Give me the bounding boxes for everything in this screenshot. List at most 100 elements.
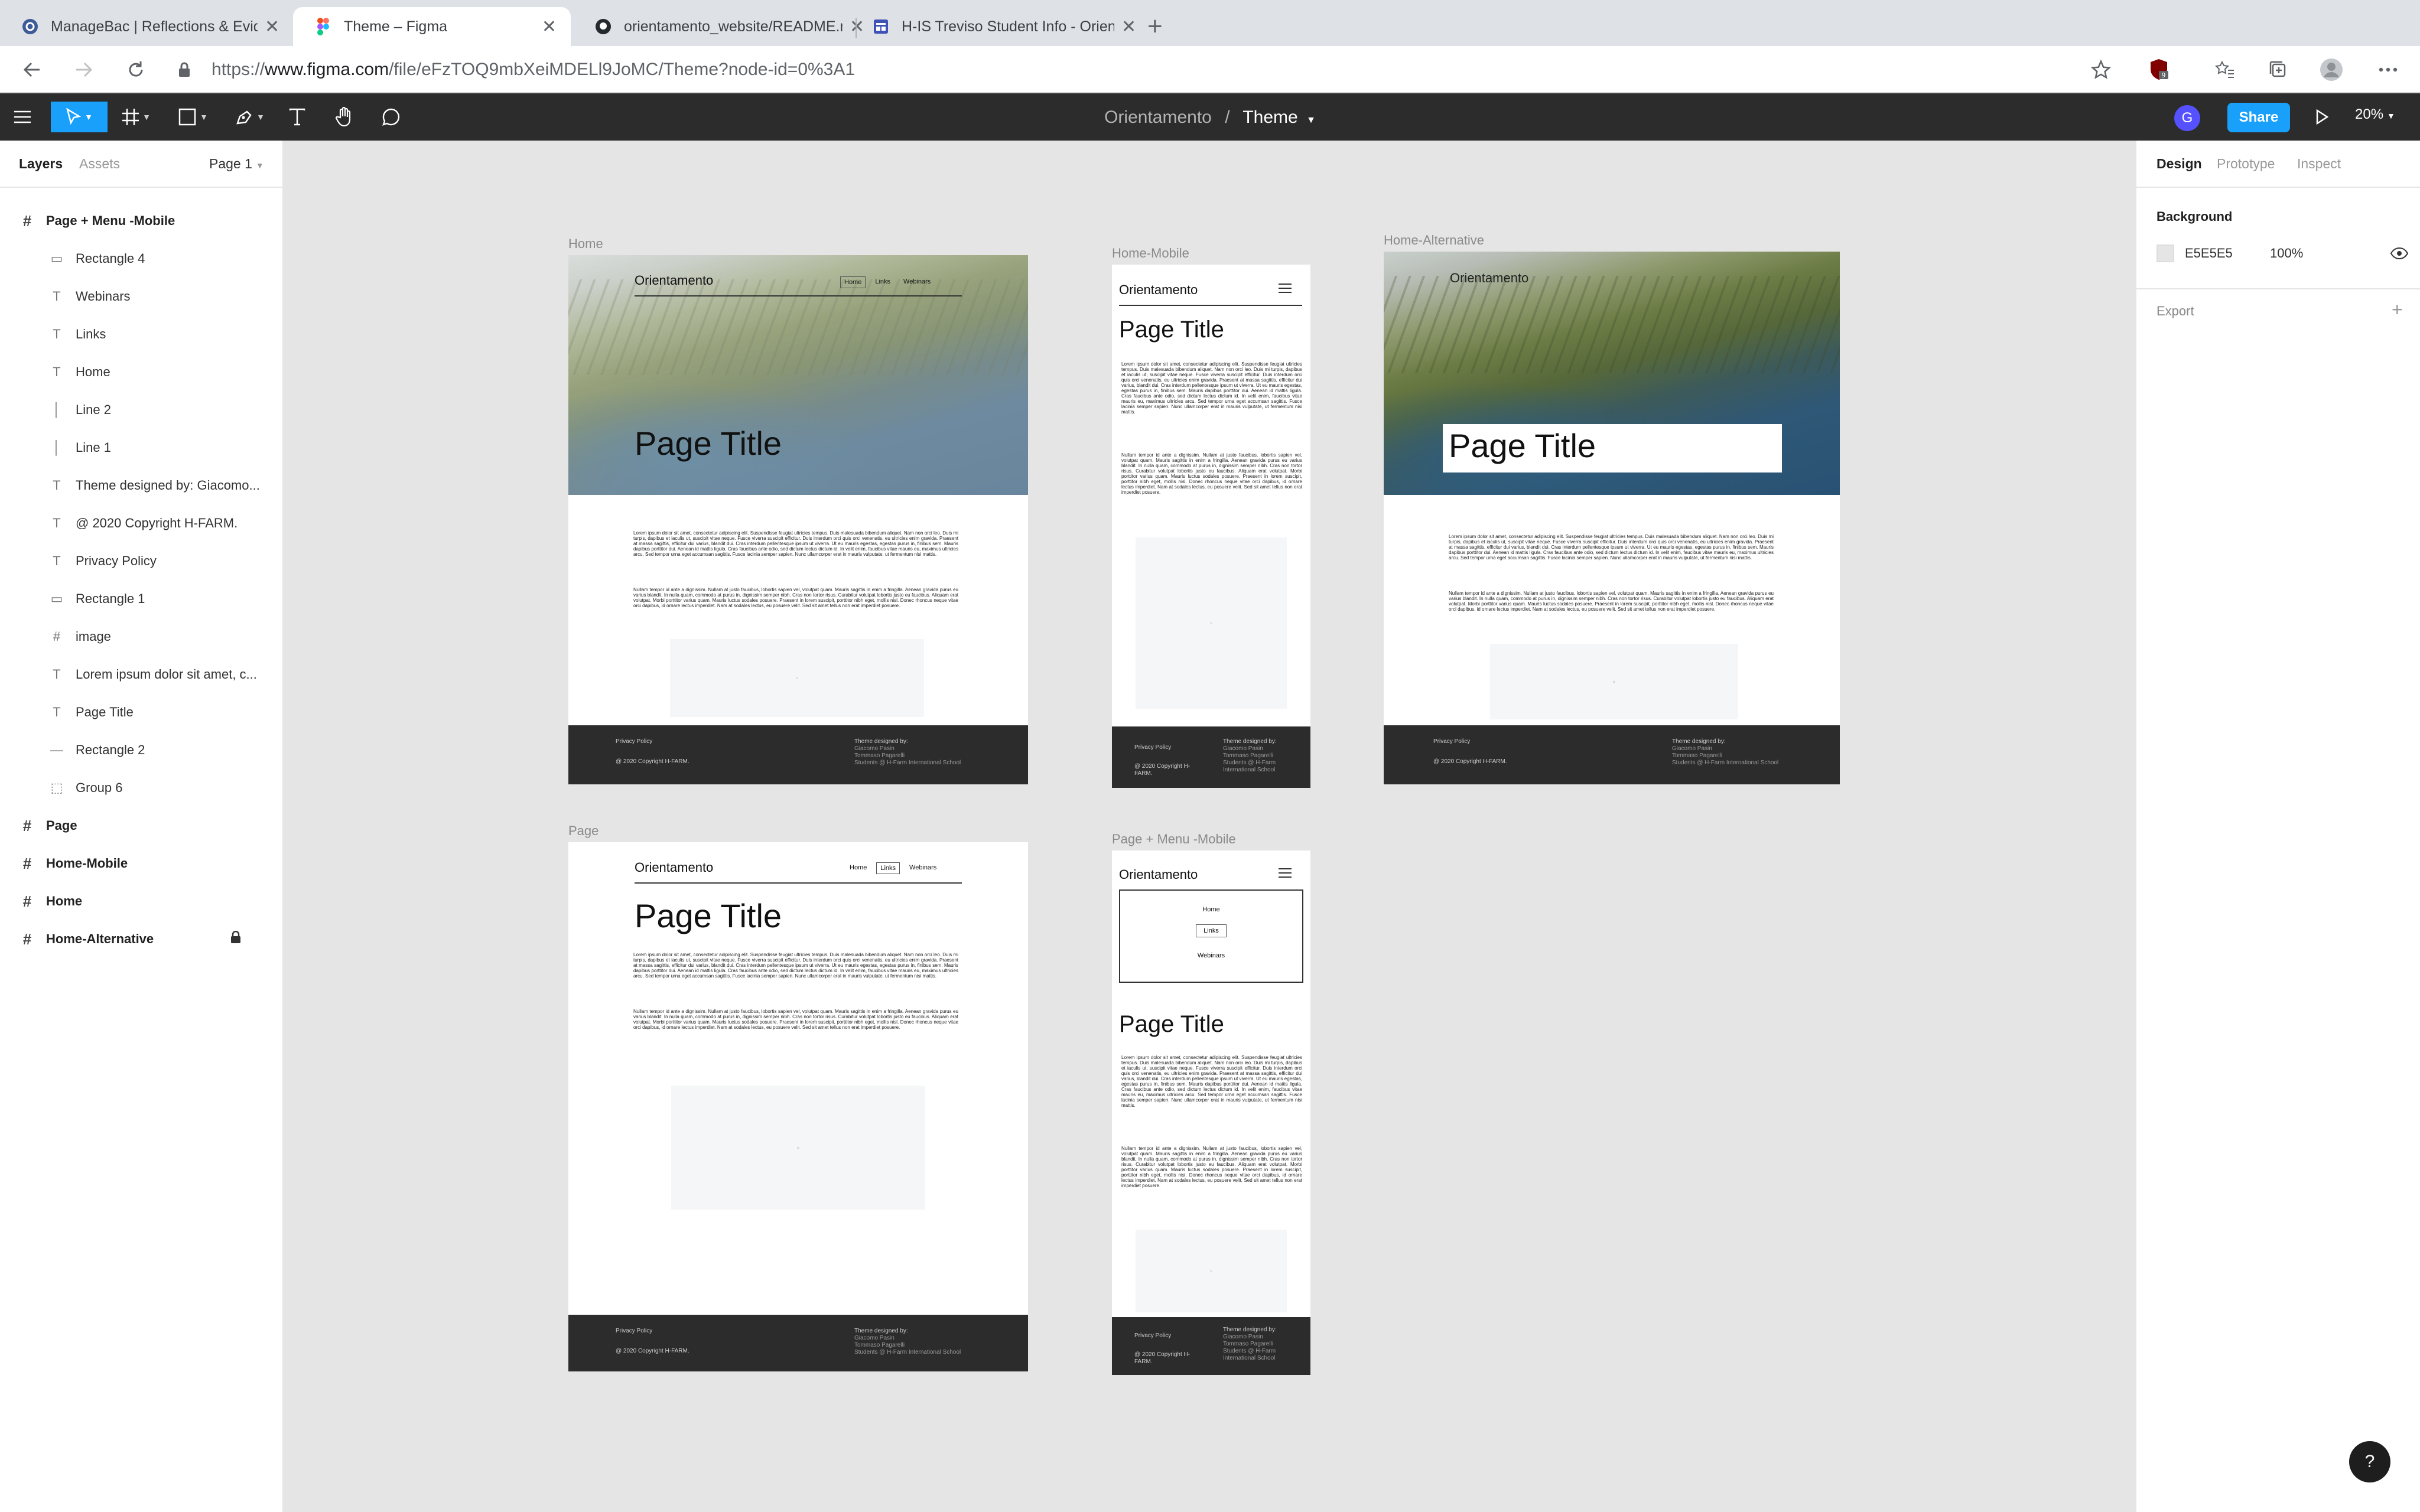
new-tab-button[interactable]: + bbox=[1147, 12, 1163, 41]
reading-list-icon[interactable] bbox=[2212, 57, 2238, 83]
hamburger-menu-icon[interactable] bbox=[1279, 284, 1292, 293]
close-icon[interactable]: ✕ bbox=[265, 17, 279, 37]
layer-row[interactable]: ▭ Rectangle 1 bbox=[0, 582, 282, 615]
shape-tool-button[interactable]: ▼ bbox=[171, 102, 215, 132]
back-arrow-icon[interactable] bbox=[18, 56, 46, 84]
hand-tool-button[interactable] bbox=[330, 102, 359, 132]
tab-design[interactable]: Design bbox=[2156, 156, 2202, 172]
more-menu-icon[interactable] bbox=[2375, 57, 2401, 83]
frame-page-menu-mobile[interactable]: Orientamento Home Links Webinars Page Ti… bbox=[1112, 850, 1310, 1375]
reload-icon[interactable] bbox=[122, 56, 150, 84]
layer-row[interactable]: T Home bbox=[0, 356, 282, 389]
frame-label-home[interactable]: Home bbox=[568, 236, 603, 252]
nav-home[interactable]: Home bbox=[846, 862, 870, 874]
figma-canvas[interactable]: Home Orientamento Home Links Webinars Pa… bbox=[284, 141, 2135, 1512]
tab-prototype[interactable]: Prototype bbox=[2217, 156, 2275, 172]
layer-row[interactable]: # Page bbox=[0, 809, 282, 842]
zoom-dropdown[interactable]: 20% ▼ bbox=[2355, 106, 2395, 123]
add-export-icon[interactable]: + bbox=[2392, 299, 2403, 321]
background-opacity-input[interactable]: 100% bbox=[2270, 246, 2303, 261]
close-icon[interactable]: ✕ bbox=[1121, 17, 1136, 37]
url-bar[interactable]: https://www.figma.com/file/eFzTOQ9mbXeiM… bbox=[171, 52, 2121, 87]
browser-tab-github[interactable]: orientamento_website/README.md ✕ bbox=[573, 7, 879, 46]
layer-row[interactable]: # Home bbox=[0, 885, 282, 918]
menu-item-links[interactable]: Links bbox=[1120, 924, 1302, 937]
move-tool-button[interactable]: ▼ bbox=[51, 102, 108, 132]
star-icon[interactable] bbox=[2088, 57, 2114, 83]
layer-row[interactable]: ▭ Rectangle 4 bbox=[0, 242, 282, 275]
close-icon[interactable]: ✕ bbox=[542, 17, 557, 37]
frame-home-alternative[interactable]: Orientamento Page Title Lorem ipsum dolo… bbox=[1384, 252, 1840, 784]
browser-tab-managebac[interactable]: ManageBac | Reflections & Evidence ✕ bbox=[0, 7, 294, 46]
frame-label-page[interactable]: Page bbox=[568, 823, 599, 839]
hamburger-menu-icon[interactable] bbox=[1279, 868, 1292, 878]
frame-icon: # bbox=[22, 892, 32, 910]
tab-assets[interactable]: Assets bbox=[79, 156, 120, 172]
frame-home-mobile[interactable]: Orientamento Page Title Lorem ipsum dolo… bbox=[1112, 265, 1310, 788]
export-section-title[interactable]: Export bbox=[2156, 304, 2194, 319]
menu-item-home[interactable]: Home bbox=[1120, 906, 1302, 913]
nav-webinars[interactable]: Webinars bbox=[900, 276, 934, 288]
extension-ublock-icon[interactable]: 9 bbox=[2146, 57, 2172, 83]
footer-privacy[interactable]: Privacy Policy bbox=[616, 1328, 652, 1335]
main-menu-icon[interactable] bbox=[11, 102, 34, 132]
tab-inspect[interactable]: Inspect bbox=[2297, 156, 2341, 172]
layer-row[interactable]: # Page + Menu -Mobile bbox=[0, 204, 282, 237]
nav-links[interactable]: Links bbox=[876, 862, 900, 874]
footer-copyright: @ 2020 Copyright H-FARM. bbox=[616, 758, 689, 765]
layer-row[interactable]: # image bbox=[0, 620, 282, 653]
footer-school: Students @ H-Farm International School bbox=[1223, 1348, 1276, 1361]
frame-label-page-menu-mobile[interactable]: Page + Menu -Mobile bbox=[1112, 832, 1236, 847]
share-button[interactable]: Share bbox=[2227, 103, 2290, 132]
footer-privacy[interactable]: Privacy Policy bbox=[616, 738, 652, 745]
file-title: Orientamento / Theme ▼ bbox=[0, 107, 2420, 128]
layer-row[interactable]: T Lorem ipsum dolor sit amet, c... bbox=[0, 658, 282, 691]
present-play-icon[interactable] bbox=[2309, 104, 2335, 130]
layer-row[interactable]: T Privacy Policy bbox=[0, 545, 282, 578]
help-button[interactable]: ? bbox=[2349, 1441, 2390, 1482]
collections-icon[interactable] bbox=[2265, 57, 2291, 83]
frame-label-home-alternative[interactable]: Home-Alternative bbox=[1384, 233, 1484, 248]
footer-privacy[interactable]: Privacy Policy bbox=[1134, 1332, 1171, 1340]
footer-privacy[interactable]: Privacy Policy bbox=[1433, 738, 1470, 745]
file-name[interactable]: Theme bbox=[1242, 107, 1297, 127]
frame-tool-button[interactable]: ▼ bbox=[116, 102, 157, 132]
background-hex-input[interactable]: E5E5E5 bbox=[2185, 246, 2233, 261]
frame-home[interactable]: Orientamento Home Links Webinars Page Ti… bbox=[568, 255, 1028, 784]
nav-underline bbox=[635, 882, 962, 884]
layer-row[interactable]: ⬚ Group 6 bbox=[0, 771, 282, 804]
layer-row[interactable]: # Home-Alternative bbox=[0, 923, 282, 956]
user-avatar[interactable]: G bbox=[2174, 105, 2200, 131]
layer-row[interactable]: │ Line 2 bbox=[0, 393, 282, 426]
pen-tool-button[interactable]: ▼ bbox=[228, 102, 272, 132]
layer-row[interactable]: T Webinars bbox=[0, 280, 282, 313]
nav-home[interactable]: Home bbox=[840, 276, 866, 288]
comment-tool-button[interactable] bbox=[376, 102, 406, 132]
page-selector[interactable]: Page 1 ▼ bbox=[209, 156, 264, 172]
frame-icon: # bbox=[22, 211, 32, 230]
layer-row[interactable]: │ Line 1 bbox=[0, 431, 282, 464]
nav-links[interactable]: Links bbox=[871, 276, 894, 288]
background-color-swatch[interactable] bbox=[2156, 245, 2174, 262]
project-name[interactable]: Orientamento bbox=[1104, 107, 1212, 127]
eye-icon[interactable] bbox=[2390, 247, 2409, 263]
footer-privacy[interactable]: Privacy Policy bbox=[1134, 744, 1171, 751]
menu-item-webinars[interactable]: Webinars bbox=[1120, 952, 1302, 959]
layer-row[interactable]: T Theme designed by: Giacomo... bbox=[0, 469, 282, 502]
browser-tab-sites[interactable]: H-IS Treviso Student Info - Orientamento… bbox=[851, 7, 1150, 46]
forward-arrow-icon[interactable] bbox=[70, 56, 98, 84]
chevron-down-icon[interactable]: ▼ bbox=[1306, 115, 1316, 125]
text-tool-button[interactable] bbox=[284, 102, 311, 132]
layer-row[interactable]: — Rectangle 2 bbox=[0, 734, 282, 767]
browser-tab-figma[interactable]: Theme – Figma ✕ bbox=[293, 7, 571, 46]
layer-row[interactable]: T @ 2020 Copyright H-FARM. bbox=[0, 507, 282, 540]
lock-icon[interactable] bbox=[230, 930, 241, 947]
frame-page[interactable]: Orientamento Home Links Webinars Page Ti… bbox=[568, 842, 1028, 1371]
layer-row[interactable]: T Links bbox=[0, 318, 282, 351]
layer-row[interactable]: # Home-Mobile bbox=[0, 847, 282, 880]
tab-layers[interactable]: Layers bbox=[19, 156, 63, 172]
profile-avatar-icon[interactable] bbox=[2318, 57, 2344, 83]
frame-label-home-mobile[interactable]: Home-Mobile bbox=[1112, 246, 1189, 261]
nav-webinars[interactable]: Webinars bbox=[906, 862, 940, 874]
layer-row[interactable]: T Page Title bbox=[0, 696, 282, 729]
